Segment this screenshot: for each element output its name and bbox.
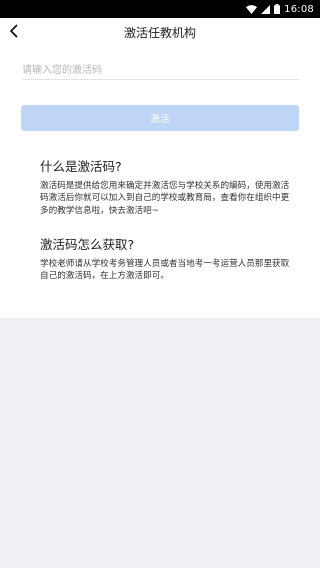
- header: 激活任教机构: [0, 18, 320, 46]
- status-time: 16:08: [284, 3, 314, 15]
- activate-button-label: 激活: [150, 114, 170, 125]
- how-to-get-heading: 激活码怎么获取?: [40, 237, 135, 252]
- signal-icon: [261, 4, 271, 14]
- battery-icon: [274, 4, 281, 14]
- content-panel: 激活任教机构 激活 什么是激活码? 激活码是提供给您用来确定并激活您与学校关系的…: [0, 18, 320, 318]
- page-title: 激活任教机构: [123, 25, 196, 40]
- wifi-icon: [246, 4, 258, 14]
- chevron-left-icon: [8, 23, 20, 42]
- activation-code-field: [22, 58, 299, 81]
- back-button[interactable]: [2, 20, 26, 44]
- what-is-code-heading: 什么是激活码?: [40, 159, 122, 174]
- screen: 16:08 激活任教机构 激活 什么是激活码? 激活码是提供给您用来确定并激活您…: [0, 0, 320, 568]
- activate-button[interactable]: 激活: [21, 105, 299, 131]
- status-bar: 16:08: [0, 0, 320, 18]
- how-to-get-text: 学校老师请从学校考务管理人员或者当地考一考运营人员那里获取自己的激活码，在上方激…: [40, 259, 290, 282]
- activation-code-input[interactable]: [22, 60, 299, 81]
- what-is-code-text: 激活码是提供给您用来确定并激活您与学校关系的编码，使用激活码激活后你就可以加入到…: [40, 181, 290, 216]
